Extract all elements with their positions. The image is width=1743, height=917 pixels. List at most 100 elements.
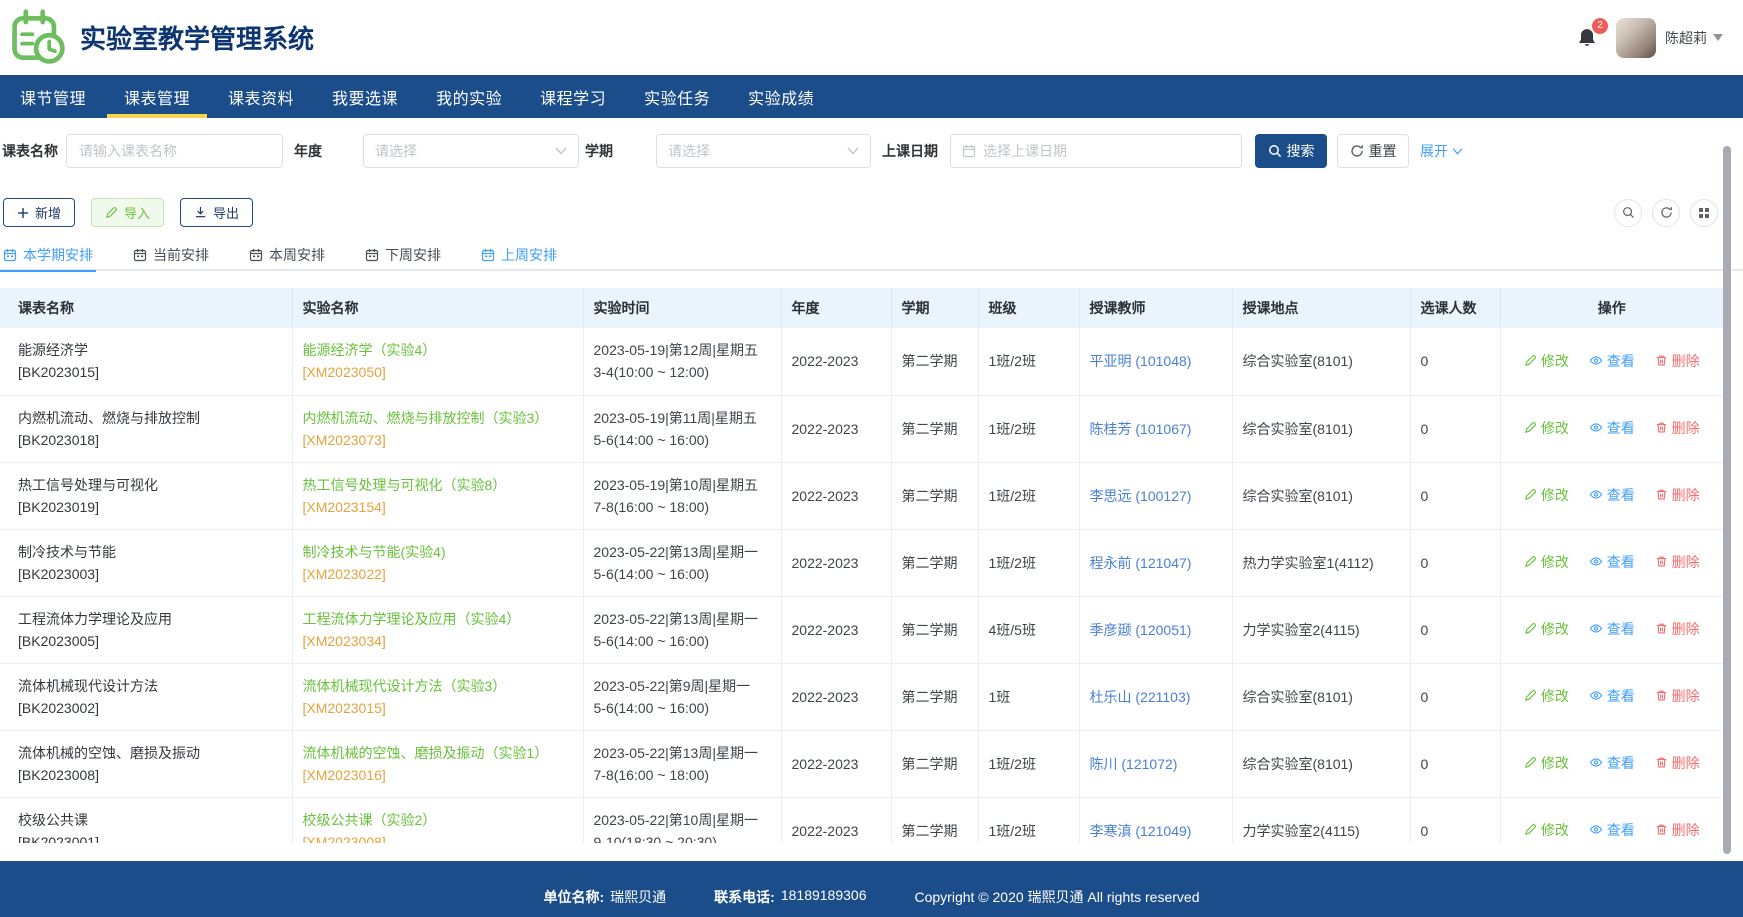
nav-item[interactable]: 课表资料 <box>211 75 311 118</box>
view-action[interactable]: 查看 <box>1589 752 1635 774</box>
teacher-link[interactable]: 陈桂芳 (101067) <box>1090 421 1192 437</box>
edit-action[interactable]: 修改 <box>1524 484 1569 506</box>
semester-select[interactable]: 请选择 <box>656 134 871 168</box>
cell-actions: 修改 查看 删除 <box>1500 663 1723 730</box>
view-action[interactable]: 查看 <box>1589 484 1635 506</box>
delete-action[interactable]: 删除 <box>1655 417 1700 439</box>
cell-teacher: 陈川 (121072) <box>1079 730 1232 797</box>
zoom-button[interactable] <box>1614 199 1642 227</box>
calendar-icon <box>365 248 379 262</box>
table-row: 内燃机流动、燃烧与排放控制 [BK2023018] 内燃机流动、燃烧与排放控制（… <box>0 395 1723 462</box>
delete-icon <box>1655 689 1668 702</box>
schedule-name-input[interactable] <box>66 134 283 168</box>
delete-icon <box>1655 555 1668 568</box>
view-action[interactable]: 查看 <box>1589 685 1635 707</box>
teacher-link[interactable]: 杜乐山 (221103) <box>1090 689 1191 705</box>
cell-year: 2022-2023 <box>781 797 891 843</box>
view-tab[interactable]: 下周安排 <box>365 239 441 270</box>
experiment-link[interactable]: 制冷技术与节能(实验4) <box>303 541 573 563</box>
teacher-link[interactable]: 李寒滇 (121049) <box>1090 823 1192 839</box>
experiment-time-slot: 5-6(14:00 ~ 16:00) <box>594 429 771 451</box>
grid-settings-button[interactable] <box>1690 199 1718 227</box>
nav-item[interactable]: 我要选课 <box>315 75 415 118</box>
view-tab[interactable]: 本学期安排 <box>3 239 93 270</box>
view-tab[interactable]: 本周安排 <box>249 239 325 270</box>
delete-action[interactable]: 删除 <box>1655 819 1700 841</box>
teacher-link[interactable]: 平亚明 (101048) <box>1090 353 1192 369</box>
edit-action[interactable]: 修改 <box>1524 350 1569 372</box>
export-button[interactable]: 导出 <box>180 198 253 227</box>
delete-icon <box>1655 622 1668 635</box>
vertical-scrollbar[interactable] <box>1723 146 1731 854</box>
experiment-link[interactable]: 校级公共课（实验2） <box>303 809 573 831</box>
experiment-link[interactable]: 内燃机流动、燃烧与排放控制（实验3） <box>303 407 573 429</box>
teacher-link[interactable]: 陈川 (121072) <box>1090 756 1178 772</box>
experiment-link[interactable]: 工程流体力学理论及应用（实验4） <box>303 608 573 630</box>
refresh-icon <box>1660 206 1673 219</box>
edit-action[interactable]: 修改 <box>1524 551 1569 573</box>
schedule-code: [BK2023001] <box>18 831 282 844</box>
reset-button[interactable]: 重置 <box>1337 134 1409 168</box>
view-action[interactable]: 查看 <box>1589 350 1635 372</box>
import-button[interactable]: 导入 <box>91 198 164 227</box>
nav-item[interactable]: 课表管理 <box>107 75 207 118</box>
expand-filters-link[interactable]: 展开 <box>1420 141 1463 161</box>
view-action[interactable]: 查看 <box>1589 618 1635 640</box>
experiment-code: [XM2023154] <box>303 496 573 518</box>
cell-student-count: 0 <box>1410 462 1500 529</box>
delete-action[interactable]: 删除 <box>1655 752 1700 774</box>
teacher-link[interactable]: 季彦颋 (120051) <box>1090 622 1192 638</box>
teacher-link[interactable]: 李思远 (100127) <box>1090 488 1192 504</box>
edit-action[interactable]: 修改 <box>1524 685 1569 707</box>
year-select[interactable]: 请选择 <box>363 134 579 168</box>
search-button[interactable]: 搜索 <box>1255 134 1327 168</box>
edit-action[interactable]: 修改 <box>1524 752 1569 774</box>
avatar[interactable] <box>1616 18 1656 58</box>
cell-semester: 第二学期 <box>891 663 978 730</box>
table-row: 工程流体力学理论及应用 [BK2023005] 工程流体力学理论及应用（实验4）… <box>0 596 1723 663</box>
experiment-code: [XM2023050] <box>303 361 573 383</box>
delete-action[interactable]: 删除 <box>1655 618 1700 640</box>
view-tab[interactable]: 上周安排 <box>481 239 557 270</box>
view-icon <box>1589 421 1603 434</box>
nav-item[interactable]: 课程学习 <box>523 75 623 118</box>
edit-action[interactable]: 修改 <box>1524 618 1569 640</box>
delete-action[interactable]: 删除 <box>1655 484 1700 506</box>
view-action[interactable]: 查看 <box>1589 551 1635 573</box>
cell-experiment-time: 2023-05-22|第13周|星期一 5-6(14:00 ~ 16:00) <box>583 529 781 596</box>
view-icon <box>1589 823 1603 836</box>
cell-year: 2022-2023 <box>781 462 891 529</box>
page-footer: 单位名称: 瑞熙贝通 联系电话: 18189189306 Copyright ©… <box>0 861 1743 917</box>
notifications-button[interactable]: 2 <box>1576 26 1598 50</box>
nav-item[interactable]: 课节管理 <box>3 75 103 118</box>
edit-icon <box>1524 622 1537 635</box>
edit-action[interactable]: 修改 <box>1524 819 1569 841</box>
cell-actions: 修改 查看 删除 <box>1500 462 1723 529</box>
experiment-link[interactable]: 流体机械现代设计方法（实验3） <box>303 675 573 697</box>
add-button[interactable]: 新增 <box>3 198 75 227</box>
edit-action[interactable]: 修改 <box>1524 417 1569 439</box>
edit-icon <box>1524 421 1537 434</box>
view-action[interactable]: 查看 <box>1589 819 1635 841</box>
class-date-input[interactable]: 选择上课日期 <box>950 134 1242 168</box>
delete-action[interactable]: 删除 <box>1655 685 1700 707</box>
delete-action[interactable]: 删除 <box>1655 551 1700 573</box>
nav-item[interactable]: 我的实验 <box>419 75 519 118</box>
nav-item[interactable]: 实验成绩 <box>731 75 831 118</box>
cell-schedule-name: 内燃机流动、燃烧与排放控制 [BK2023018] <box>0 395 292 462</box>
refresh-button[interactable] <box>1652 199 1680 227</box>
teacher-link[interactable]: 程永前 (121047) <box>1090 555 1192 571</box>
nav-item[interactable]: 实验任务 <box>627 75 727 118</box>
user-menu[interactable]: 陈超莉 <box>1665 28 1723 48</box>
view-tab[interactable]: 当前安排 <box>133 239 209 270</box>
experiment-link[interactable]: 能源经济学（实验4） <box>303 339 573 361</box>
view-action[interactable]: 查看 <box>1589 417 1635 439</box>
cell-experiment-time: 2023-05-19|第10周|星期五 7-8(16:00 ~ 18:00) <box>583 462 781 529</box>
experiment-time-week: 2023-05-19|第11周|星期五 <box>594 407 771 429</box>
experiment-link[interactable]: 热工信号处理与可视化（实验8） <box>303 474 573 496</box>
table-row: 流体机械现代设计方法 [BK2023002] 流体机械现代设计方法（实验3） [… <box>0 663 1723 730</box>
experiment-code: [XM2023073] <box>303 429 573 451</box>
view-icon <box>1589 622 1603 635</box>
experiment-link[interactable]: 流体机械的空蚀、磨损及振动（实验1） <box>303 742 573 764</box>
delete-action[interactable]: 删除 <box>1655 350 1700 372</box>
